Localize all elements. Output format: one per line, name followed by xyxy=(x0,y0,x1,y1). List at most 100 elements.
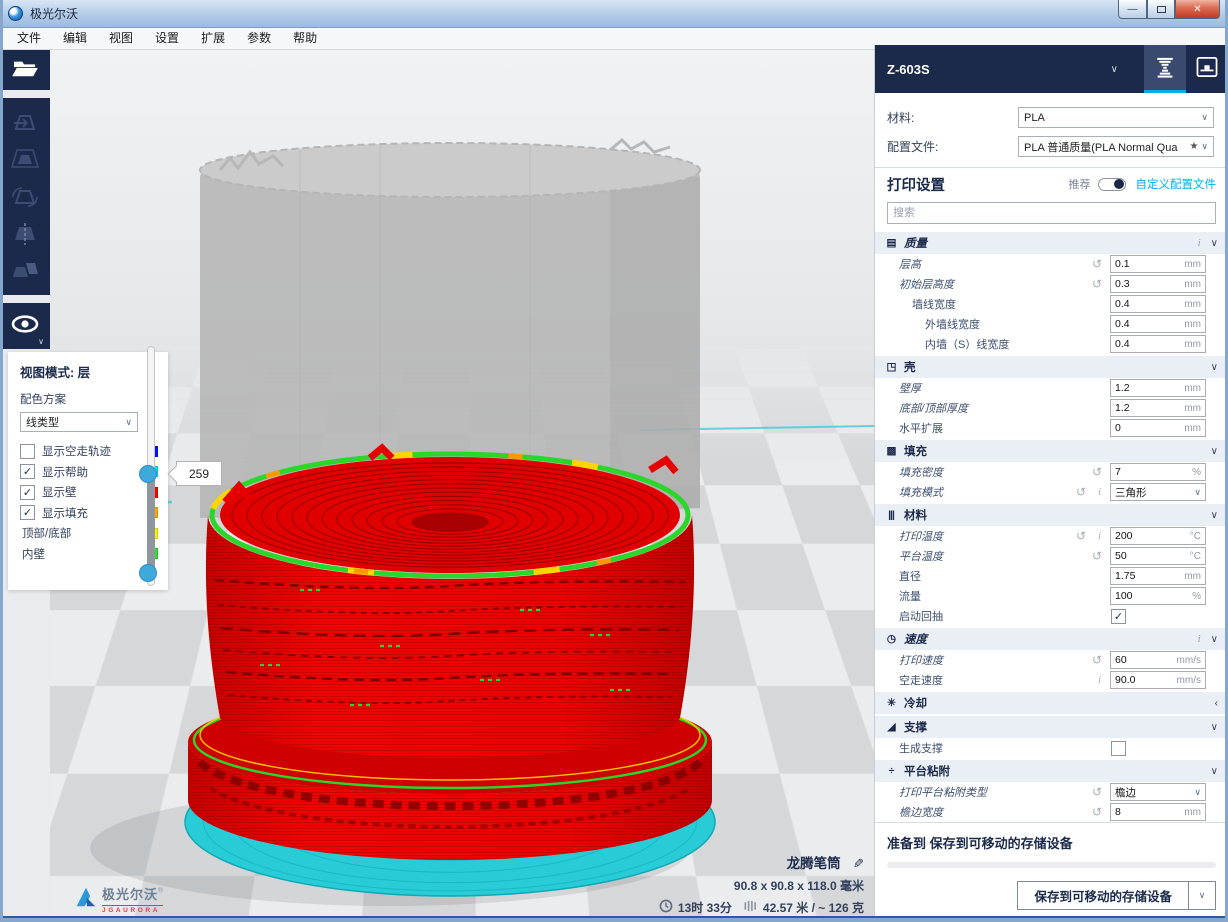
maximize-button[interactable] xyxy=(1147,0,1175,19)
revert-icon[interactable]: ↺ xyxy=(1092,550,1102,562)
revert-icon[interactable]: ↺ xyxy=(1092,806,1102,818)
setting-row: 檐边宽度↺8mm xyxy=(875,802,1228,822)
chevron-down-icon: ∨ xyxy=(38,337,44,346)
setting-checkbox[interactable]: ✓ xyxy=(1111,609,1126,624)
revert-icon[interactable]: ↺ xyxy=(1092,654,1102,666)
color-scheme-value: 线类型 xyxy=(26,414,125,430)
setting-value: 1.2 xyxy=(1115,382,1184,394)
viewport-3d[interactable]: 极光尔沃® JGAURORA 龙腾笔筒 ✎ 90.8 x 90.8 x 118.… xyxy=(50,50,874,922)
ready-status-text: 准备到 保存到可移动的存储设备 xyxy=(887,833,1216,852)
section-header-adhesion[interactable]: ÷平台粘附∨ xyxy=(875,760,1228,782)
setting-value: 0.4 xyxy=(1115,298,1184,310)
menu-item-5[interactable]: 扩展 xyxy=(190,28,236,49)
window-title: 极光尔沃 xyxy=(30,5,78,22)
revert-icon[interactable]: ↺ xyxy=(1092,786,1102,798)
save-to-removable-button[interactable]: 保存到可移动的存储设备 xyxy=(1017,881,1189,910)
setting-checkbox[interactable] xyxy=(1111,741,1126,756)
setting-input[interactable]: 8mm xyxy=(1110,803,1206,821)
setting-input[interactable]: 0.4mm xyxy=(1110,315,1206,333)
layer-slider-upper-handle[interactable] xyxy=(139,465,157,483)
view-mode-button[interactable]: ∨ xyxy=(0,303,50,349)
setting-row: 打印温度↺i200°C xyxy=(875,526,1228,546)
open-file-button[interactable] xyxy=(0,50,50,90)
legend-checkbox[interactable] xyxy=(20,444,35,459)
save-options-dropdown[interactable]: ∨ xyxy=(1189,881,1216,910)
close-button[interactable]: ✕ xyxy=(1175,0,1220,19)
setting-label: 填充模式 xyxy=(875,484,943,500)
tab-prepare-slice[interactable] xyxy=(1144,45,1186,93)
setting-input[interactable]: 0.3mm xyxy=(1110,275,1206,293)
section-label: 速度 xyxy=(904,631,927,647)
eye-icon xyxy=(10,314,40,339)
chevron-down-icon: ∨ xyxy=(1211,634,1218,645)
settings-sections: ▤质量i∨层高↺0.1mm初始层高度↺0.3mm墙线宽度0.4mm外墙线宽度0.… xyxy=(875,230,1228,822)
section-header-shell[interactable]: ◳壳∨ xyxy=(875,356,1228,378)
legend-label: 显示帮助 xyxy=(42,464,147,480)
minimize-button[interactable]: — xyxy=(1118,0,1147,19)
color-scheme-select[interactable]: 线类型 ∨ xyxy=(20,412,138,432)
setting-input[interactable]: 200°C xyxy=(1110,527,1206,545)
edit-name-icon[interactable]: ✎ xyxy=(853,856,864,872)
setting-input[interactable]: 90.0mm/s xyxy=(1110,671,1206,689)
chevron-down-icon: ∨ xyxy=(1201,141,1208,152)
setting-input[interactable]: 0.4mm xyxy=(1110,295,1206,313)
settings-search-input[interactable] xyxy=(887,202,1216,224)
setting-input[interactable]: 7% xyxy=(1110,463,1206,481)
setting-input[interactable]: 1.2mm xyxy=(1110,379,1206,397)
setting-input[interactable]: 60mm/s xyxy=(1110,651,1206,669)
layer-slider-lower-handle[interactable] xyxy=(139,564,157,582)
revert-icon[interactable]: ↺ xyxy=(1092,466,1102,478)
setting-input[interactable]: 50°C xyxy=(1110,547,1206,565)
per-model-settings-tool[interactable] xyxy=(0,252,50,289)
setting-row: 底部/顶部厚度1.2mm xyxy=(875,398,1228,418)
setting-row: 层高↺0.1mm xyxy=(875,254,1228,274)
left-toolbar: ∨ xyxy=(0,50,50,349)
material-select[interactable]: PLA ∨ xyxy=(1018,107,1214,128)
menu-item-1[interactable]: 文件 xyxy=(6,28,52,49)
mirror-tool[interactable] xyxy=(0,215,50,252)
revert-icon[interactable]: ↺ xyxy=(1076,486,1086,498)
setting-value: 7 xyxy=(1115,466,1192,478)
setting-select[interactable]: 三角形∨ xyxy=(1110,483,1206,501)
setting-unit: % xyxy=(1192,467,1201,478)
revert-icon[interactable]: ↺ xyxy=(1092,278,1102,290)
legend-checkbox[interactable]: ✓ xyxy=(20,505,35,520)
revert-icon[interactable]: ↺ xyxy=(1092,258,1102,270)
support-icon: ◢ xyxy=(880,721,902,733)
revert-icon[interactable]: ↺ xyxy=(1076,530,1086,542)
setting-value: 0.1 xyxy=(1115,258,1184,270)
section-header-support[interactable]: ◢支撑∨ xyxy=(875,716,1228,738)
setting-input[interactable]: 0.1mm xyxy=(1110,255,1206,273)
section-header-material[interactable]: |||材料∨ xyxy=(875,504,1228,526)
menu-item-6[interactable]: 参数 xyxy=(236,28,282,49)
menu-item-2[interactable]: 编辑 xyxy=(52,28,98,49)
scale-tool[interactable] xyxy=(0,141,50,178)
setting-input[interactable]: 1.2mm xyxy=(1110,399,1206,417)
setting-input[interactable]: 100% xyxy=(1110,587,1206,605)
menu-item-4[interactable]: 设置 xyxy=(144,28,190,49)
setting-unit: mm xyxy=(1184,259,1201,270)
menu-item-3[interactable]: 视图 xyxy=(98,28,144,49)
setting-row: 初始层高度↺0.3mm xyxy=(875,274,1228,294)
setting-input[interactable]: 1.75mm xyxy=(1110,567,1206,585)
setting-label: 水平扩展 xyxy=(875,420,943,436)
setting-input[interactable]: 0mm xyxy=(1110,419,1206,437)
setting-row: 壁厚1.2mm xyxy=(875,378,1228,398)
profile-select[interactable]: PLA 普通质量(PLA Normal Qua ★ ∨ xyxy=(1018,136,1214,157)
printer-select[interactable]: Z-603S ∨ xyxy=(875,45,1144,93)
setting-input[interactable]: 0.4mm xyxy=(1110,335,1206,353)
section-header-cooling[interactable]: ✳冷却‹ xyxy=(875,692,1228,714)
menu-item-7[interactable]: 帮助 xyxy=(282,28,328,49)
setting-select[interactable]: 檐边∨ xyxy=(1110,783,1206,801)
model-dimensions: 90.8 x 90.8 x 118.0 毫米 xyxy=(659,877,864,894)
section-header-quality[interactable]: ▤质量i∨ xyxy=(875,232,1228,254)
custom-profile-link[interactable]: 自定义配置文件 xyxy=(1136,176,1217,192)
recommended-custom-toggle[interactable] xyxy=(1098,178,1126,191)
section-header-infill[interactable]: ▩填充∨ xyxy=(875,440,1228,462)
legend-checkbox[interactable]: ✓ xyxy=(20,485,35,500)
move-tool[interactable] xyxy=(0,104,50,141)
section-header-speed[interactable]: ◷速度i∨ xyxy=(875,628,1228,650)
rotate-tool[interactable] xyxy=(0,178,50,215)
legend-checkbox[interactable]: ✓ xyxy=(20,464,35,479)
tab-monitor[interactable] xyxy=(1186,45,1228,93)
